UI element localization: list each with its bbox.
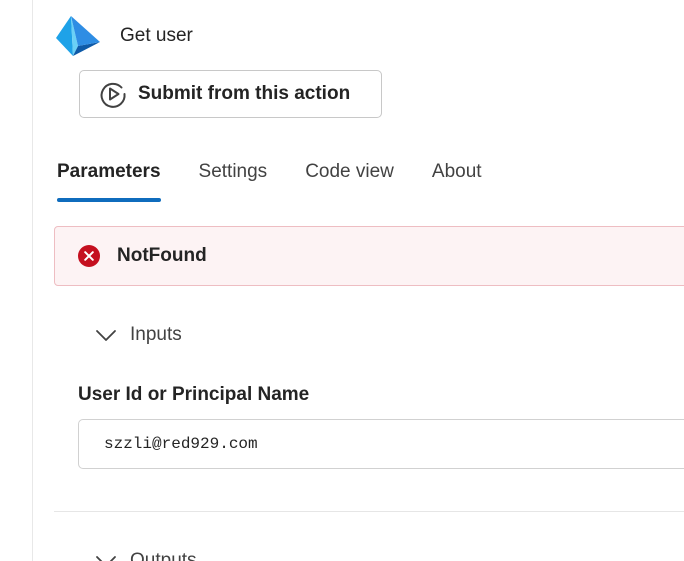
- user-id-field-label: User Id or Principal Name: [78, 384, 310, 405]
- outputs-section-toggle[interactable]: Outputs: [94, 546, 197, 561]
- section-divider: [54, 511, 684, 512]
- tab-parameters[interactable]: Parameters: [57, 150, 161, 202]
- tab-settings[interactable]: Settings: [199, 150, 268, 194]
- error-circle-icon: [78, 245, 100, 267]
- tab-list: Parameters Settings Code view About: [57, 150, 482, 204]
- inputs-section-label: Inputs: [130, 324, 182, 345]
- tab-code-view[interactable]: Code view: [305, 150, 394, 194]
- chevron-down-icon: [96, 330, 116, 341]
- action-header: Get user: [54, 14, 193, 58]
- user-id-input[interactable]: [78, 419, 684, 469]
- error-banner: NotFound: [54, 226, 684, 286]
- outputs-section-label: Outputs: [130, 550, 197, 561]
- submit-from-action-button[interactable]: Submit from this action: [79, 70, 382, 118]
- action-title: Get user: [120, 25, 193, 46]
- azure-ad-logo-icon: [56, 16, 100, 56]
- inputs-section-toggle[interactable]: Inputs: [94, 320, 182, 350]
- tab-about[interactable]: About: [432, 150, 482, 194]
- error-message: NotFound: [117, 245, 207, 266]
- panel-left-border: [32, 0, 33, 561]
- chevron-down-icon: [96, 556, 116, 561]
- play-circle-icon: [100, 82, 126, 108]
- submit-button-label: Submit from this action: [138, 83, 351, 104]
